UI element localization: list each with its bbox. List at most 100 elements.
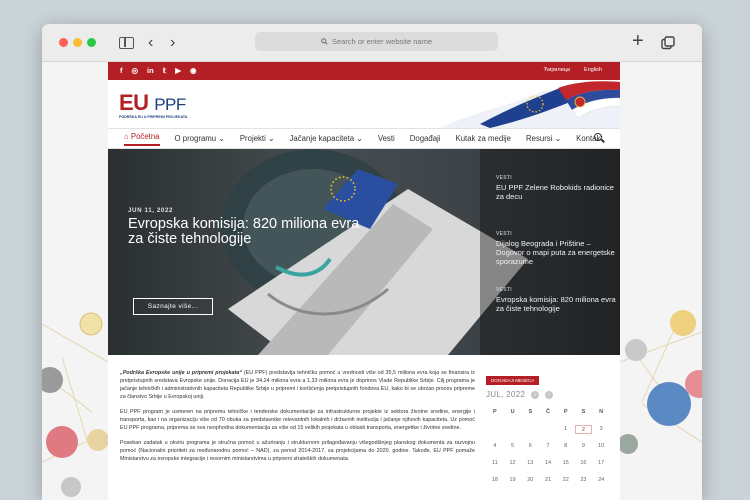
tab-overview-icon[interactable] bbox=[661, 36, 675, 50]
site-header: EU PPF PODRŠKA EU U PRIPREMI PROJEKATA bbox=[108, 80, 620, 128]
calendar-empty-cell bbox=[521, 425, 539, 434]
calendar-day[interactable]: 16 bbox=[575, 459, 593, 468]
calendar-day[interactable]: 15 bbox=[557, 459, 575, 468]
site-logo[interactable]: EU PPF PODRŠKA EU U PRIPREMI PROJEKATA bbox=[119, 90, 187, 119]
calendar-day[interactable]: 9 bbox=[575, 442, 593, 451]
news-item[interactable]: VESTI Evropska komisija: 820 miliona evr… bbox=[496, 287, 618, 313]
linkedin-icon[interactable]: in bbox=[147, 66, 154, 76]
calendar-day[interactable]: 2 bbox=[574, 425, 593, 434]
hero-date: JUN 11, 2022 bbox=[128, 207, 174, 214]
minimize-window-button[interactable] bbox=[73, 38, 82, 47]
calendar-tab[interactable]: DOGAĐAJI MESECA bbox=[486, 376, 540, 385]
hero-news-list: VESTI EU PPF Zelene Robokids radionice z… bbox=[480, 149, 620, 355]
calendar-day[interactable]: 22 bbox=[557, 476, 575, 485]
news-category: VESTI bbox=[496, 231, 512, 237]
maximize-window-button[interactable] bbox=[87, 38, 96, 47]
calendar-day[interactable]: 5 bbox=[504, 442, 522, 451]
calendar-day[interactable]: 6 bbox=[521, 442, 539, 451]
main-navigation: ⌂ Početna O programu ⌄ Projekti ⌄ Jačanj… bbox=[108, 128, 620, 149]
language-switcher: Ћирилица English bbox=[544, 67, 602, 73]
nav-item-resources[interactable]: Resursi ⌄ bbox=[526, 134, 561, 143]
top-bar: f ◎ in 𝕥 ▶ ◉ Ћирилица English bbox=[108, 62, 620, 80]
twitter-icon[interactable]: 𝕥 bbox=[163, 66, 167, 76]
back-icon[interactable]: ‹ bbox=[148, 33, 153, 53]
forward-icon[interactable]: › bbox=[170, 33, 175, 53]
calendar-day[interactable]: 17 bbox=[592, 459, 610, 468]
calendar-grid: P U S Č P S N 1 2 3 4 5 6 7 8 9 10 11 12 13 14 15 16 17 18 19 20 21… bbox=[486, 408, 610, 485]
calendar-day[interactable]: 21 bbox=[539, 476, 557, 485]
calendar-day[interactable]: 4 bbox=[486, 442, 504, 451]
calendar-weekday: P bbox=[563, 409, 568, 415]
web-page: f ◎ in 𝕥 ▶ ◉ Ћирилица English EU PPF POD… bbox=[42, 62, 702, 500]
hero-title[interactable]: Evropska komisija: 820 miliona evra za č… bbox=[128, 217, 373, 247]
calendar-weekday: U bbox=[510, 409, 515, 415]
new-tab-icon[interactable]: + bbox=[632, 31, 644, 51]
calendar-day[interactable]: 24 bbox=[592, 476, 610, 485]
calendar-day[interactable]: 23 bbox=[575, 476, 593, 485]
read-more-button[interactable]: Saznajte više... bbox=[133, 298, 213, 315]
instagram-icon[interactable]: ◎ bbox=[132, 66, 139, 76]
calendar-day[interactable]: 3 bbox=[592, 425, 610, 434]
address-bar[interactable]: Search or enter website name bbox=[255, 32, 498, 51]
calendar-day[interactable]: 19 bbox=[504, 476, 522, 485]
news-item[interactable]: VESTI Dijalog Beograda i Prištine – Dogo… bbox=[496, 231, 618, 266]
rss-icon[interactable]: ◉ bbox=[190, 66, 197, 76]
calendar-next-button[interactable]: › bbox=[545, 390, 554, 399]
nav-item-capacity-label: Jačanje kapaciteta bbox=[289, 134, 355, 143]
task-paragraph: Poseban zadatak u okviru programa je str… bbox=[120, 440, 475, 462]
social-links: f ◎ in 𝕥 ▶ ◉ bbox=[120, 66, 197, 76]
lang-english-link[interactable]: English bbox=[584, 67, 602, 73]
nav-item-capacity[interactable]: Jačanje kapaciteta ⌄ bbox=[290, 134, 363, 143]
logo-subtitle: PODRŠKA EU U PRIPREMI PROJEKATA bbox=[119, 115, 188, 119]
intro-paragraph: „Podrška Evropske unije u pripremi proje… bbox=[120, 369, 475, 401]
calendar-day[interactable]: 11 bbox=[486, 459, 504, 468]
calendar-weekday: S bbox=[581, 409, 586, 415]
calendar-header: JUL, 2022 ‹ › bbox=[486, 390, 610, 399]
calendar-empty-cell bbox=[539, 425, 557, 434]
facebook-icon[interactable]: f bbox=[120, 66, 123, 76]
calendar-empty-cell bbox=[486, 425, 504, 434]
events-calendar: DOGAĐAJI MESECA JUL, 2022 ‹ › PUSČPSN123… bbox=[486, 369, 610, 485]
calendar-day[interactable]: 7 bbox=[539, 442, 557, 451]
calendar-day[interactable]: 13 bbox=[521, 459, 539, 468]
intro-text: „Podrška Evropske unije u pripremi proje… bbox=[120, 369, 475, 470]
address-bar-placeholder: Search or enter website name bbox=[331, 37, 433, 46]
news-item[interactable]: VESTI EU PPF Zelene Robokids radionice z… bbox=[496, 175, 618, 201]
calendar-prev-button[interactable]: ‹ bbox=[531, 390, 540, 399]
calendar-day[interactable]: 20 bbox=[521, 476, 539, 485]
sidebar-toggle-icon[interactable] bbox=[119, 37, 134, 49]
nav-item-home[interactable]: ⌂ Početna bbox=[124, 132, 160, 146]
news-title[interactable]: Evropska komisija: 820 miliona evra za č… bbox=[496, 295, 618, 313]
browser-toolbar: ‹ › Search or enter website name + bbox=[42, 24, 702, 62]
calendar-day[interactable]: 1 bbox=[557, 425, 575, 434]
news-title[interactable]: EU PPF Zelene Robokids radionice za decu bbox=[496, 183, 618, 201]
search-icon[interactable] bbox=[594, 133, 602, 141]
nav-item-about[interactable]: O programu ⌄ bbox=[175, 134, 225, 143]
nav-item-events[interactable]: Događaji bbox=[410, 134, 441, 143]
nav-item-media[interactable]: Kutak za medije bbox=[456, 134, 511, 143]
calendar-day[interactable]: 18 bbox=[486, 476, 504, 485]
search-icon bbox=[321, 38, 328, 45]
calendar-day[interactable]: 10 bbox=[592, 442, 610, 451]
calendar-month: JUL, 2022 bbox=[486, 390, 526, 399]
nav-item-projects[interactable]: Projekti ⌄ bbox=[240, 134, 275, 143]
calendar-day[interactable]: 8 bbox=[557, 442, 575, 451]
calendar-weekday: S bbox=[528, 409, 533, 415]
calendar-day[interactable]: 12 bbox=[504, 459, 522, 468]
nav-item-news[interactable]: Vesti bbox=[378, 134, 395, 143]
calendar-weekday: P bbox=[493, 409, 497, 415]
flags-banner-image bbox=[440, 80, 620, 128]
lang-cyrillic-link[interactable]: Ћирилица bbox=[544, 67, 570, 73]
calendar-empty-cell bbox=[504, 425, 522, 434]
calendar-weekday: N bbox=[599, 409, 604, 415]
logo-eu: EU bbox=[119, 90, 149, 115]
close-window-button[interactable] bbox=[59, 38, 68, 47]
nav-item-resources-label: Resursi bbox=[526, 134, 553, 143]
news-category: VESTI bbox=[496, 287, 512, 293]
hero-slider: JUN 11, 2022 Evropska komisija: 820 mili… bbox=[108, 149, 620, 355]
calendar-day[interactable]: 14 bbox=[539, 459, 557, 468]
decor-node bbox=[79, 312, 103, 336]
youtube-icon[interactable]: ▶ bbox=[175, 66, 181, 76]
news-title[interactable]: Dijalog Beograda i Prištine – Dogovor o … bbox=[496, 239, 618, 266]
nav-item-about-label: O programu bbox=[174, 134, 217, 143]
